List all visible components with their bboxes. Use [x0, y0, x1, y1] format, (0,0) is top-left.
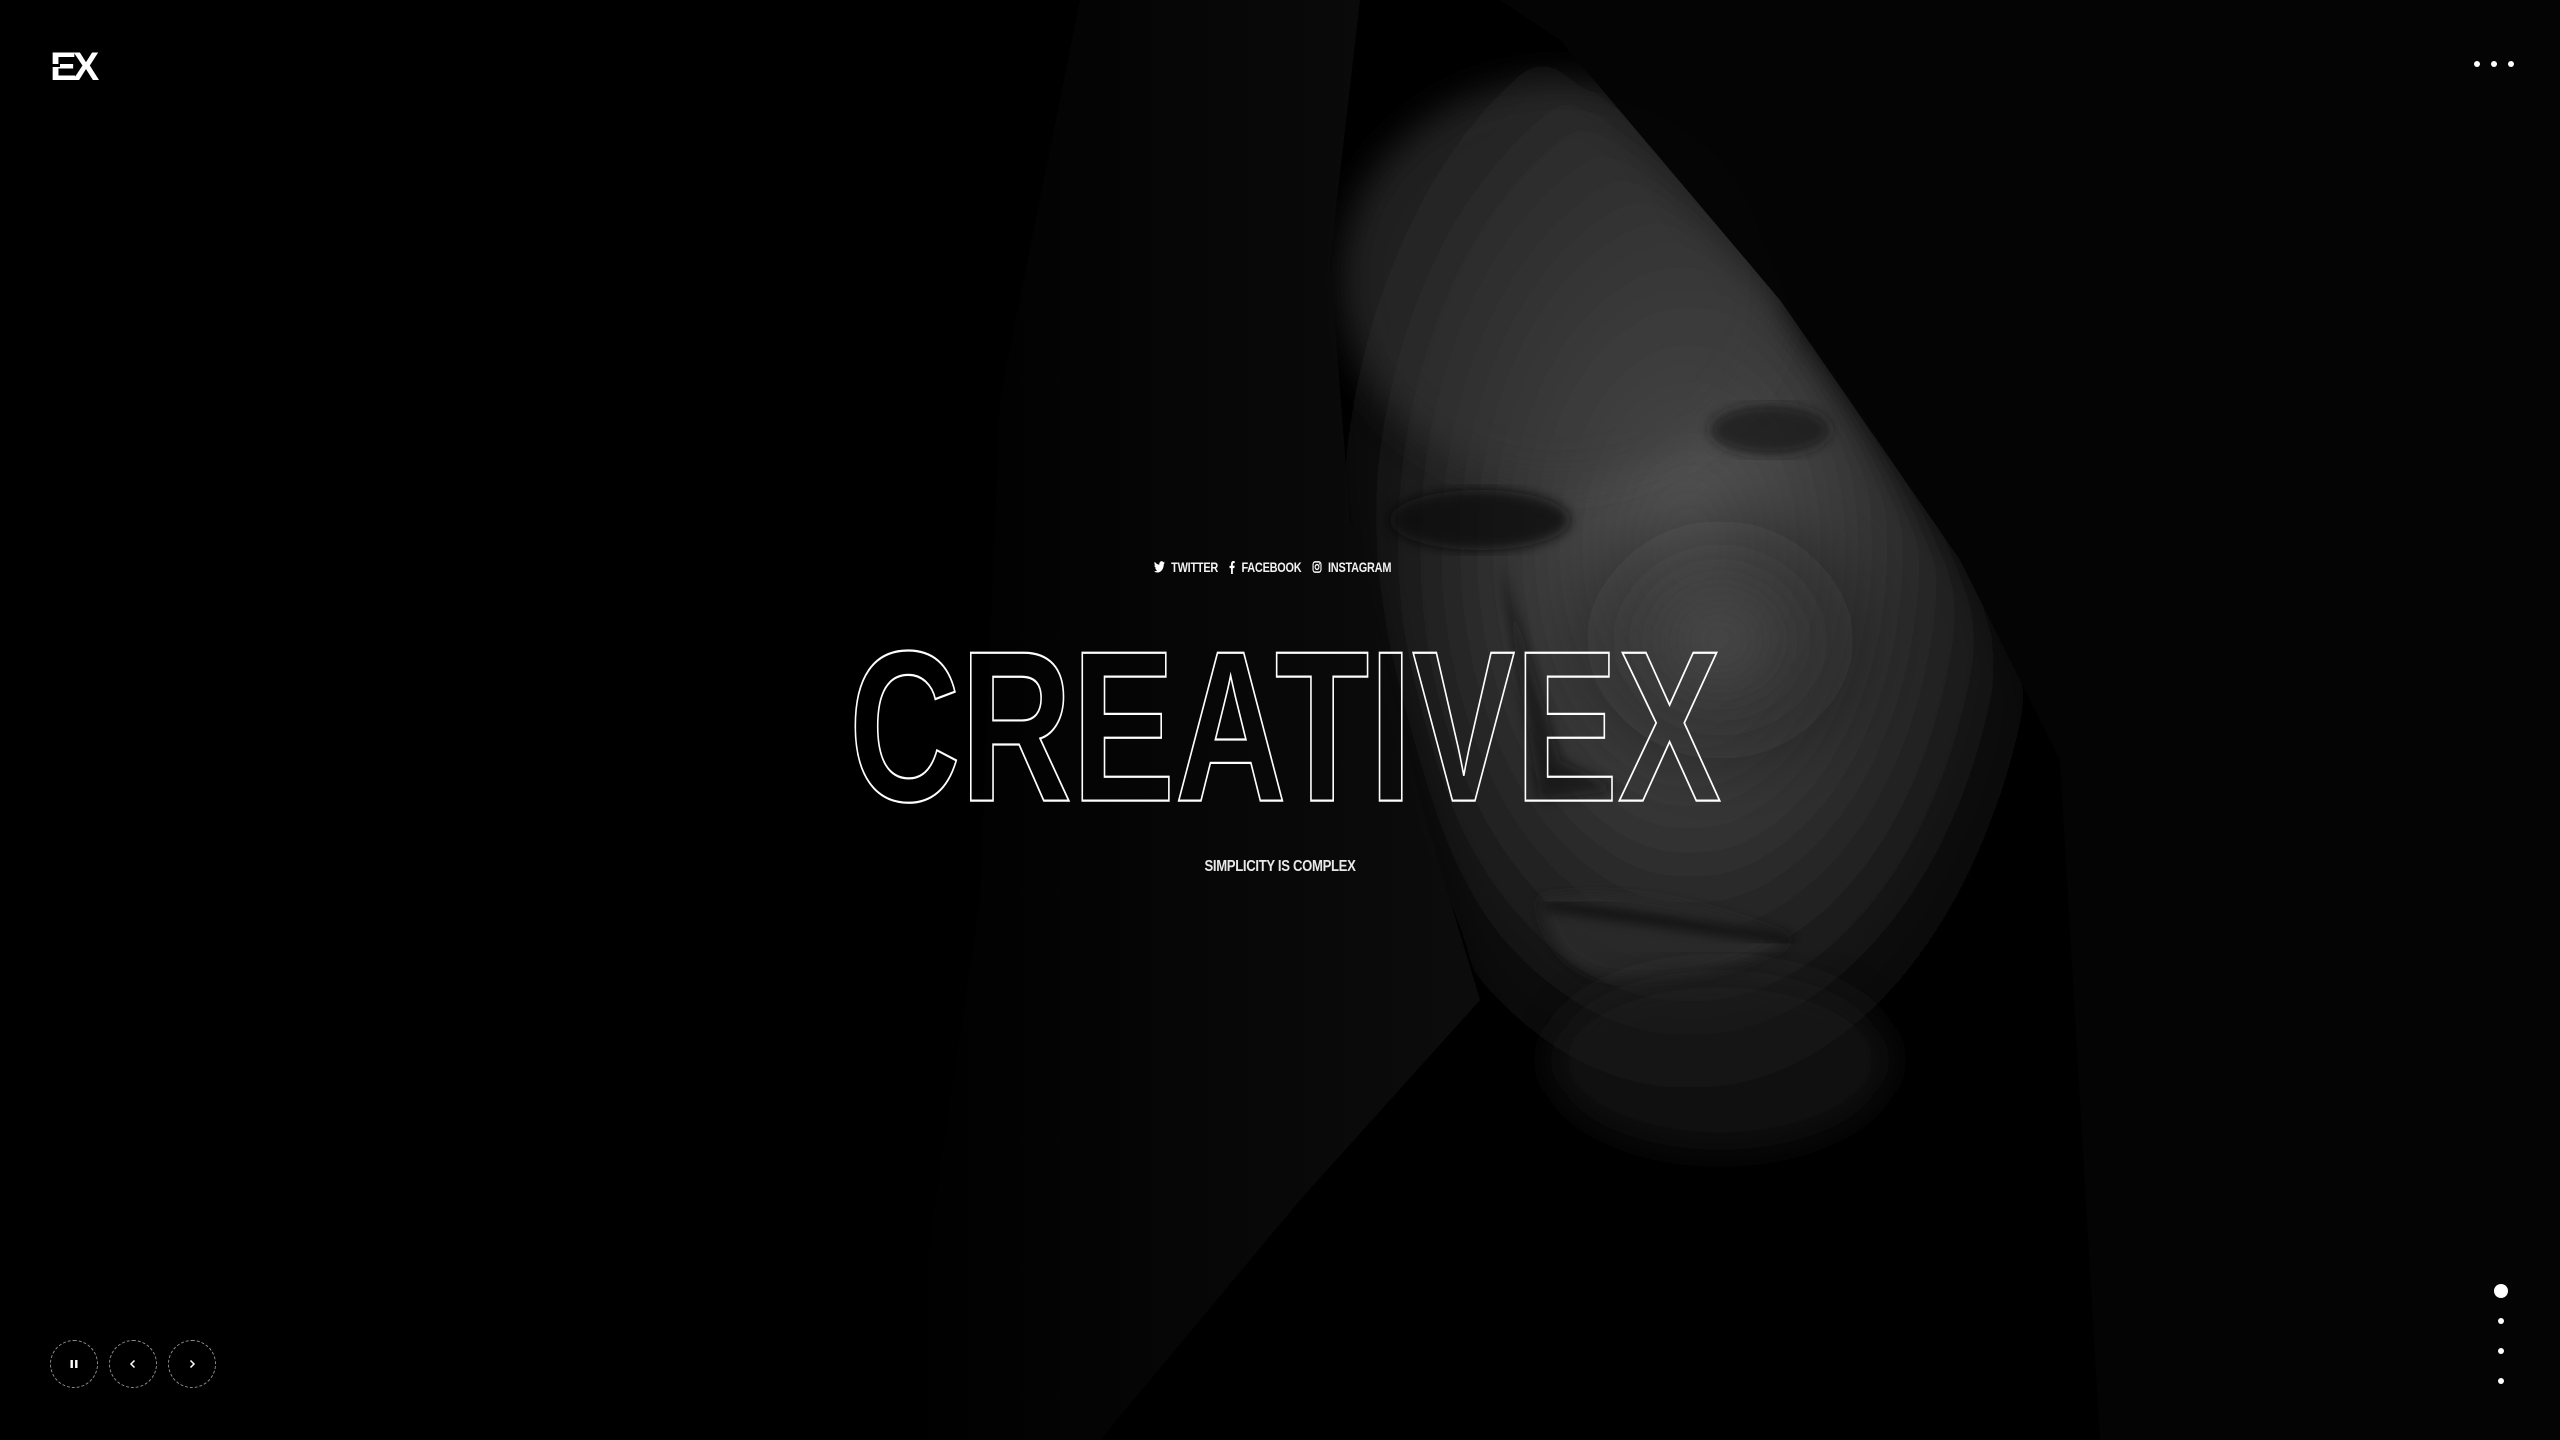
social-link-twitter[interactable]: TWITTER: [1154, 559, 1218, 575]
social-links: TWITTER FACEBOOK INSTAGRAM: [1154, 556, 1391, 578]
social-link-facebook[interactable]: FACEBOOK: [1229, 559, 1302, 575]
chevron-left-icon: [129, 1359, 136, 1369]
slide-pagination: [2493, 1284, 2509, 1394]
pagination-dot-2[interactable]: [2498, 1318, 2504, 1324]
more-menu-button[interactable]: [2474, 52, 2514, 76]
twitter-icon: [1154, 561, 1165, 573]
ex-logo-icon: EX: [50, 45, 104, 89]
slider-controls: [50, 1340, 216, 1388]
social-link-instagram[interactable]: INSTAGRAM: [1312, 559, 1391, 575]
hero-title: CREATIVEX: [845, 608, 1725, 828]
next-slide-button[interactable]: [168, 1340, 216, 1388]
menu-dot: [2508, 61, 2514, 67]
facebook-icon: [1229, 560, 1235, 574]
hero-slide: EX TWITTER FACEBOOK INSTAGRAM CREATIVEX …: [0, 0, 2560, 1440]
chevron-right-icon: [189, 1359, 196, 1369]
social-link-label: FACEBOOK: [1241, 559, 1302, 575]
pause-icon: [70, 1360, 78, 1368]
menu-dot: [2474, 61, 2480, 67]
pagination-dot-3[interactable]: [2498, 1348, 2504, 1354]
brand-logo[interactable]: EX: [50, 44, 110, 89]
social-link-label: INSTAGRAM: [1327, 559, 1392, 575]
hero-tagline: SIMPLICITY IS COMPLEX: [1204, 858, 1356, 875]
pause-button[interactable]: [50, 1340, 98, 1388]
hero-title-text: CREATIVEX: [849, 608, 1721, 828]
menu-dot: [2491, 61, 2497, 67]
social-link-label: TWITTER: [1171, 559, 1219, 575]
previous-slide-button[interactable]: [109, 1340, 157, 1388]
instagram-icon: [1312, 561, 1322, 573]
pagination-dot-4[interactable]: [2498, 1378, 2504, 1384]
pagination-dot-1-active[interactable]: [2494, 1284, 2508, 1298]
